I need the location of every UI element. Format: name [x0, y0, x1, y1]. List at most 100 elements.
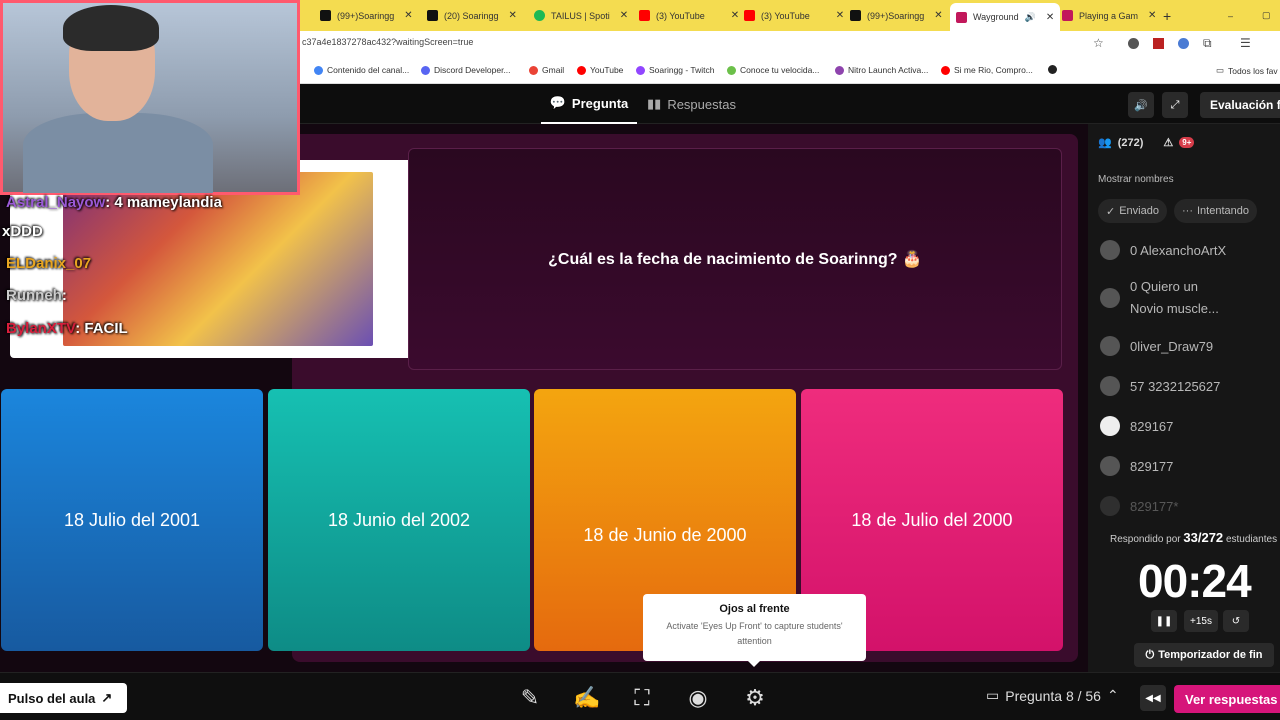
tooltip-title: Ojos al frente [719, 603, 790, 615]
bookmark-item[interactable]: Nitro Launch Activa... [835, 65, 928, 75]
bookmark-item[interactable]: Si me Rio, Compro... [941, 65, 1033, 75]
player-item[interactable]: 829177 [1100, 456, 1173, 476]
player-item[interactable]: 0 Quiero un Novio muscle... [1100, 276, 1219, 320]
reset-timer-icon[interactable]: ↺ [1223, 610, 1249, 632]
url-text[interactable]: c37a4e1837278ac432?waitingScreen=true [302, 37, 473, 47]
previous-question-button[interactable]: ◀◀ [1140, 685, 1166, 711]
x-icon [427, 10, 438, 21]
pause-button[interactable]: ❚❚ [1151, 610, 1177, 632]
tooltip-body: Activate 'Eyes Up Front' to capture stud… [666, 621, 843, 646]
bookmark-item[interactable]: YouTube [577, 65, 623, 75]
player-name: 0 Quiero un [1130, 279, 1198, 294]
answer-option-2[interactable]: 18 Junio del 2002 [268, 389, 530, 651]
bookmark-label: Si me Rio, Compro... [954, 65, 1033, 75]
bookmark-item[interactable]: Soaringg - Twitch [636, 65, 715, 75]
player-item[interactable]: 829177* [1100, 496, 1178, 516]
filter-trying[interactable]: ··· Intentando [1174, 199, 1257, 223]
player-item[interactable]: 57 3232125627 [1100, 376, 1220, 396]
avatar [1100, 240, 1120, 260]
filter-sent[interactable]: ✓ Enviado [1098, 199, 1167, 223]
player-item[interactable]: 0liver_Draw79 [1100, 336, 1213, 356]
close-tab-icon[interactable]: ✕ [1148, 10, 1156, 21]
player-item[interactable]: 829167 [1100, 416, 1173, 436]
maximize-icon[interactable]: ▢ [1262, 4, 1271, 27]
bookmark-label: YouTube [590, 65, 624, 75]
answered-count: 33/272 [1183, 530, 1224, 545]
browser-tab[interactable]: Playing a Gam ✕ [1062, 4, 1156, 27]
youtube-icon [744, 10, 755, 21]
end-timer-label: Temporizador de fin [1158, 649, 1263, 661]
filter-label: Enviado [1119, 205, 1159, 217]
warning-badge: 9+ [1179, 137, 1195, 148]
close-tab-icon[interactable]: ✕ [731, 10, 739, 21]
question-navigator[interactable]: ▭ Pregunta 8 / 56 ⌃ [986, 687, 1119, 704]
volume-button[interactable]: 🔊 [1128, 92, 1154, 118]
tab-title: Wayground [973, 12, 1019, 22]
extension-icon[interactable] [1153, 38, 1164, 49]
chevron-up-icon: ⌃ [1106, 687, 1119, 703]
spotify-icon [534, 10, 545, 21]
browser-tab[interactable]: (3) YouTube ✕ [744, 4, 844, 27]
star-icon[interactable]: ☆ [1093, 36, 1104, 50]
player-name: 57 3232125627 [1130, 378, 1221, 394]
end-timer-button[interactable]: ⏻ Temporizador de fin [1134, 643, 1274, 667]
player-item[interactable]: 0 AlexanchoArtX [1100, 240, 1226, 260]
player-name: 829177* [1130, 498, 1179, 514]
puzzle-icon[interactable]: ⧉ [1203, 36, 1212, 51]
tab-label: Pregunta [571, 95, 629, 111]
answer-label: 18 de Junio de 2000 [583, 524, 747, 545]
browser-tab[interactable]: (99+)Soaringg ✕ [320, 4, 413, 27]
extension-icon[interactable] [1178, 38, 1189, 49]
whiteboard-icon[interactable]: ✍ [569, 681, 605, 715]
player-name: Novio muscle... [1130, 301, 1219, 316]
chat-user: Runneh [6, 287, 62, 304]
browser-tab-active[interactable]: Wayground 🔊 ✕ [950, 3, 1061, 31]
bookmark-item[interactable]: Contenido del canal... [314, 65, 409, 75]
bookmark-folder[interactable]: ▭ Todos los fav [1216, 65, 1278, 76]
close-tab-icon[interactable]: ✕ [509, 10, 517, 21]
tab-title: (3) YouTube [656, 10, 705, 21]
close-tab-icon[interactable]: ✕ [836, 10, 844, 21]
bookmark-item[interactable]: Conoce tu velocida... [727, 65, 819, 75]
chat-user: xDDD [2, 223, 43, 240]
close-tab-icon[interactable]: ✕ [404, 10, 412, 21]
player-name: 0 AlexanchoArtX [1130, 242, 1227, 258]
close-tab-icon[interactable]: ✕ [1046, 12, 1054, 23]
end-assessment-button[interactable]: Evaluación fin [1200, 92, 1280, 118]
browser-tab[interactable]: (3) YouTube ✕ [639, 4, 739, 27]
slides-icon: ▭ [986, 687, 1000, 703]
chat-message: BylanXTV: FACIL [6, 320, 128, 337]
close-tab-icon[interactable]: ✕ [620, 10, 628, 21]
close-tab-icon[interactable]: ✕ [934, 10, 942, 21]
eyes-up-front-icon[interactable]: ◉ [680, 681, 716, 715]
tab-answers[interactable]: ▮▮ Respuestas [647, 84, 747, 124]
warning-icon[interactable]: ⚠ [1163, 136, 1173, 149]
pen-icon[interactable]: ✎ [512, 681, 548, 715]
see-answers-button[interactable]: Ver respuestas [1174, 685, 1280, 713]
settings-icon[interactable]: ⚙ [737, 681, 773, 715]
reveal-icon[interactable]: ⛶ [624, 681, 660, 715]
show-names-toggle[interactable]: Mostrar nombres [1098, 174, 1174, 185]
menu-icon[interactable]: ☰ [1240, 36, 1251, 50]
browser-tab[interactable]: (99+)Soaringg ✕ [850, 4, 943, 27]
extension-icon[interactable] [1128, 38, 1139, 49]
tab-question[interactable]: 💬 Pregunta [541, 84, 637, 124]
question-text: ¿Cuál es la fecha de nacimiento de Soari… [548, 251, 922, 268]
browser-tab[interactable]: (20) Soaringg ✕ [427, 4, 517, 27]
new-tab-button[interactable]: + [1163, 4, 1171, 27]
bookmark-item[interactable]: Gmail [529, 65, 564, 75]
speaker-icon[interactable]: 🔊 [1025, 12, 1036, 23]
answer-option-1[interactable]: 18 Julio del 2001 [1, 389, 263, 651]
tab-title: (99+)Soaringg [867, 10, 925, 21]
chat-message: ELDanix_07 [6, 255, 91, 272]
browser-tab[interactable]: TAILUS | Spoti ✕ [534, 4, 628, 27]
minimize-icon[interactable]: – [1228, 4, 1233, 27]
bookmark-label: Soaringg - Twitch [649, 65, 715, 75]
bookmark-item[interactable]: Discord Developer... [421, 65, 511, 75]
eyes-up-front-tooltip: Ojos al frente Activate 'Eyes Up Front' … [643, 594, 866, 667]
bookmark-item[interactable] [1048, 65, 1057, 74]
add-time-button[interactable]: +15s [1184, 610, 1218, 632]
class-pulse-button[interactable]: Pulso del aula ↗ [0, 683, 127, 713]
fullscreen-button[interactable]: ⤢ [1162, 92, 1188, 118]
answered-prefix: Respondido por [1110, 534, 1181, 545]
